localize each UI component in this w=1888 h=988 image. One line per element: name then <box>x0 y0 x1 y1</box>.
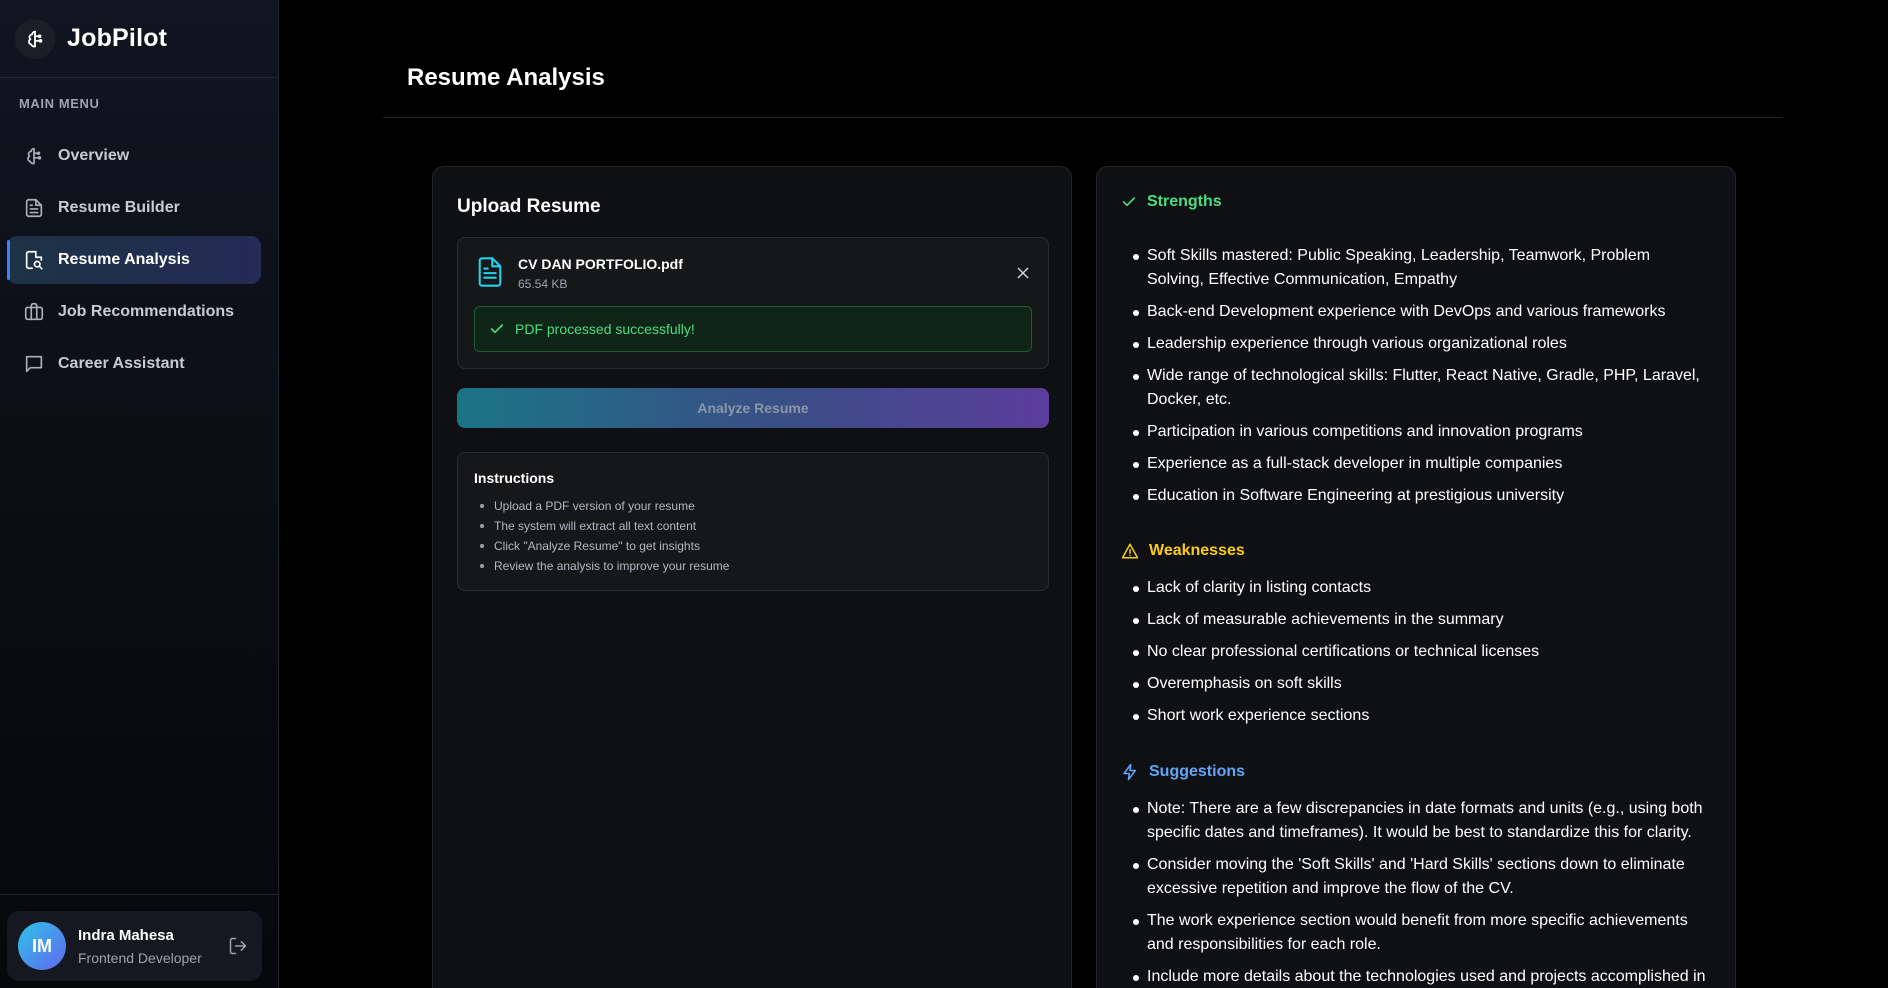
list-item: Review the analysis to improve your resu… <box>478 556 1032 576</box>
user-role: Frontend Developer <box>78 949 202 966</box>
sidebar-item-resume-analysis[interactable]: Resume Analysis <box>7 236 261 284</box>
instructions-box: Instructions Upload a PDF version of you… <box>457 452 1049 591</box>
remove-file-button[interactable] <box>1012 262 1034 284</box>
list-item: Wide range of technological skills: Flut… <box>1131 364 1711 412</box>
list-item: Include more details about the technolog… <box>1131 965 1711 988</box>
sidebar-item-job-recommendations[interactable]: Job Recommendations <box>7 288 261 336</box>
file-search-icon <box>22 248 46 272</box>
weaknesses-title: Weaknesses <box>1149 542 1245 559</box>
list-item: Overemphasis on soft skills <box>1131 672 1711 696</box>
list-item: The work experience section would benefi… <box>1131 909 1711 957</box>
user-name: Indra Mahesa <box>78 926 174 944</box>
brain-icon <box>22 144 46 168</box>
instructions-title: Instructions <box>474 470 555 486</box>
file-icon <box>476 256 504 293</box>
list-item: The system will extract all text content <box>478 516 1032 536</box>
analysis-panel: Strengths Soft Skills mastered: Public S… <box>1096 166 1736 988</box>
brain-logo-icon <box>15 18 55 59</box>
sidebar: JobPilot MAIN MENU Overview Resume Build… <box>0 0 279 988</box>
success-alert: PDF processed successfully! <box>474 306 1032 352</box>
list-item: Participation in various competitions an… <box>1131 420 1711 444</box>
user-card[interactable]: IM Indra Mahesa Frontend Developer <box>7 911 262 981</box>
list-item: Note: There are a few discrepancies in d… <box>1131 797 1711 845</box>
strengths-heading: Strengths <box>1121 193 1222 211</box>
list-item: Click "Analyze Resume" to get insights <box>478 536 1032 556</box>
sidebar-item-career-assistant[interactable]: Career Assistant <box>7 340 261 388</box>
sidebar-item-label: Job Recommendations <box>58 303 235 320</box>
success-message: PDF processed successfully! <box>515 321 695 337</box>
sidebar-item-resume-builder[interactable]: Resume Builder <box>7 184 261 232</box>
sidebar-item-overview[interactable]: Overview <box>7 132 261 180</box>
list-item: Consider moving the 'Soft Skills' and 'H… <box>1131 853 1711 901</box>
title-divider <box>383 117 1783 118</box>
sidebar-item-label: Overview <box>58 147 130 164</box>
list-item: Lack of measurable achievements in the s… <box>1131 608 1711 632</box>
list-item: Experience as a full-stack developer in … <box>1131 452 1711 476</box>
suggestions-heading: Suggestions <box>1121 763 1245 781</box>
app-name: JobPilot <box>67 24 168 52</box>
strengths-list: Soft Skills mastered: Public Speaking, L… <box>1131 244 1711 516</box>
check-icon <box>489 321 505 337</box>
analyze-resume-button[interactable]: Analyze Resume <box>457 388 1049 428</box>
list-item: Leadership experience through various or… <box>1131 332 1711 356</box>
instructions-list: Upload a PDF version of your resume The … <box>474 496 1032 576</box>
list-item: Lack of clarity in listing contacts <box>1131 576 1711 600</box>
warning-icon <box>1121 542 1139 560</box>
weaknesses-heading: Weaknesses <box>1121 542 1245 560</box>
brand[interactable]: JobPilot <box>0 0 278 78</box>
briefcase-icon <box>22 300 46 324</box>
logout-icon[interactable] <box>226 934 250 958</box>
sidebar-item-label: Resume Analysis <box>58 251 190 268</box>
list-item: Upload a PDF version of your resume <box>478 496 1032 516</box>
avatar: IM <box>18 922 66 970</box>
list-item: No clear professional certifications or … <box>1131 640 1711 664</box>
page-title: Resume Analysis <box>407 64 605 91</box>
sidebar-item-label: Resume Builder <box>58 199 180 216</box>
sidebar-divider <box>0 894 278 895</box>
main-menu: Overview Resume Builder Resume Analysis <box>0 132 278 388</box>
chat-icon <box>22 352 46 376</box>
suggestions-list: Note: There are a few discrepancies in d… <box>1131 797 1711 988</box>
sidebar-item-label: Career Assistant <box>58 355 185 372</box>
file-name: CV DAN PORTFOLIO.pdf <box>518 256 683 272</box>
suggestions-title: Suggestions <box>1149 763 1246 780</box>
lightning-icon <box>1121 763 1139 781</box>
list-item: Soft Skills mastered: Public Speaking, L… <box>1131 244 1711 292</box>
user-info: Indra Mahesa Frontend Developer <box>78 927 208 966</box>
upload-title: Upload Resume <box>457 196 601 217</box>
check-icon <box>1121 194 1137 210</box>
list-item: Back-end Development experience with Dev… <box>1131 300 1711 324</box>
uploaded-file-card: CV DAN PORTFOLIO.pdf 65.54 KB PDF proces… <box>457 237 1049 369</box>
upload-panel: Upload Resume CV DAN PORTFOLIO.pdf 65.54… <box>432 166 1072 988</box>
file-text-icon <box>22 196 46 220</box>
weaknesses-list: Lack of clarity in listing contacts Lack… <box>1131 576 1711 736</box>
menu-section-label: MAIN MENU <box>19 96 100 111</box>
file-size: 65.54 KB <box>518 277 568 291</box>
list-item: Education in Software Engineering at pre… <box>1131 484 1711 508</box>
strengths-title: Strengths <box>1147 193 1222 210</box>
list-item: Short work experience sections <box>1131 704 1711 728</box>
